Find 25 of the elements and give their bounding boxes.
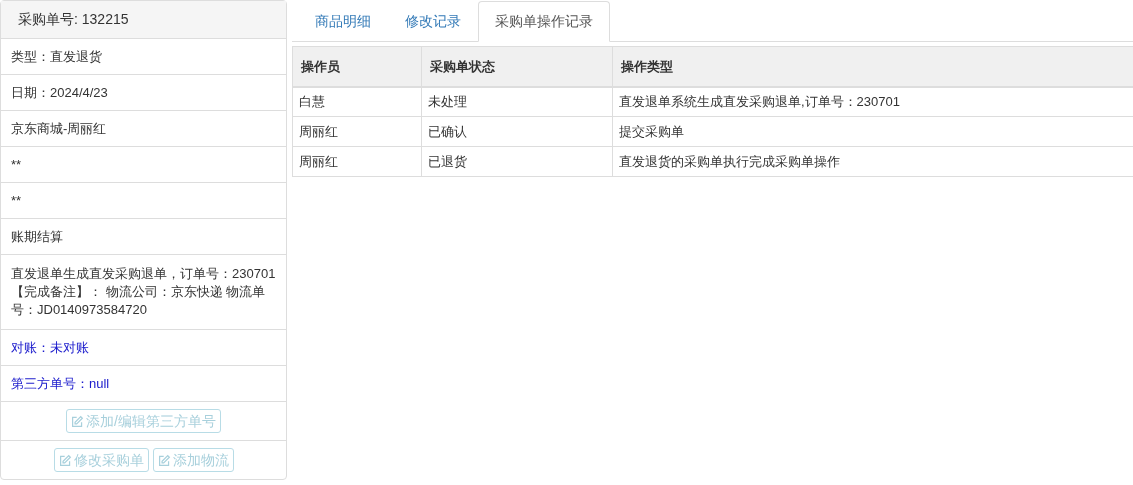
tab[interactable]: 商品明细 xyxy=(298,1,388,42)
table-cell: 白慧 xyxy=(292,86,422,117)
edit-icon xyxy=(157,453,171,467)
info-row: 类型：直发退货 xyxy=(1,39,286,75)
info-row: ** xyxy=(1,183,286,219)
panel-title: 采购单号: 132215 xyxy=(18,10,129,29)
column-header: 操作员 xyxy=(292,46,422,87)
info-row: ** xyxy=(1,147,286,183)
table-cell: 已确认 xyxy=(421,116,613,147)
tab[interactable]: 采购单操作记录 xyxy=(478,1,610,42)
edit-icon xyxy=(58,453,72,467)
column-header: 操作类型 xyxy=(612,46,1133,87)
table-cell: 周丽红 xyxy=(292,146,422,177)
table-cell: 未处理 xyxy=(421,86,613,117)
info-row: 日期：2024/4/23 xyxy=(1,75,286,111)
table-cell: 已退货 xyxy=(421,146,613,177)
info-row: 直发退单生成直发采购退单，订单号：230701【完成备注】： 物流公司：京东快递 物流单号：JD0140973584720 xyxy=(1,255,286,330)
tab[interactable]: 修改记录 xyxy=(388,1,478,42)
column-header: 采购单状态 xyxy=(421,46,613,87)
info-row: 京东商城-周丽红 xyxy=(1,111,286,147)
edit-icon xyxy=(71,414,85,428)
table-cell: 周丽红 xyxy=(292,116,422,147)
info-row: 账期结算 xyxy=(1,219,286,255)
info-row: 第三方单号：null xyxy=(1,366,286,402)
info-row: 对账：未对账 xyxy=(1,330,286,366)
